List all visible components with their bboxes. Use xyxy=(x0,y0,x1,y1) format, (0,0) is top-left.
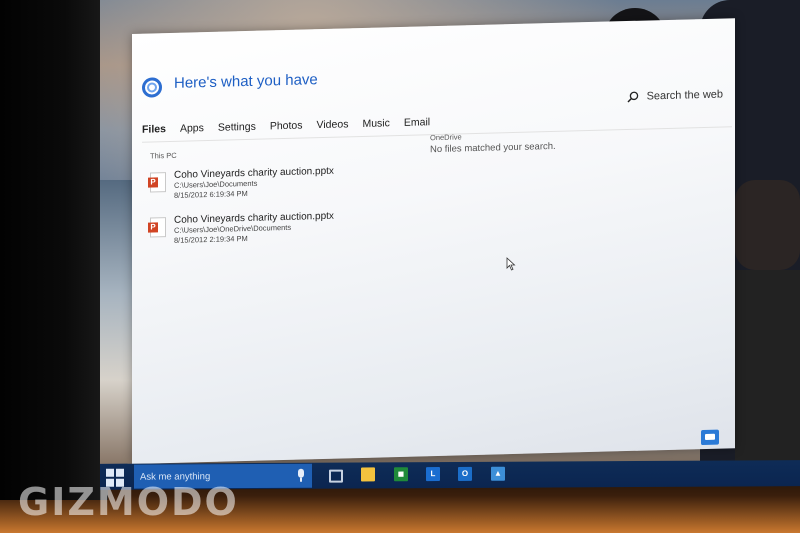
wallpaper-beach xyxy=(100,180,132,466)
this-pc-section: This PC Coho Vineyards charity auction.p… xyxy=(150,145,410,261)
lync-icon[interactable]: L xyxy=(426,467,440,482)
search-web-button[interactable]: Search the web xyxy=(627,89,723,104)
outlook-icon[interactable]: O xyxy=(458,466,472,481)
file-result[interactable]: Coho Vineyards charity auction.pptx C:\U… xyxy=(150,209,410,247)
file-explorer-icon[interactable] xyxy=(361,467,375,482)
wallpaper-person-legs xyxy=(735,270,800,466)
tab-music[interactable]: Music xyxy=(362,113,397,136)
tab-files[interactable]: Files xyxy=(142,119,174,142)
tab-videos[interactable]: Videos xyxy=(317,114,357,137)
wallpaper-person-arm xyxy=(735,180,800,270)
tab-photos[interactable]: Photos xyxy=(270,115,311,138)
tab-settings[interactable]: Settings xyxy=(218,117,264,140)
powerpoint-file-icon xyxy=(150,217,166,238)
cortana-search-panel: Here's what you have Search the web File… xyxy=(132,18,735,464)
cortana-icon xyxy=(142,77,162,98)
store-icon[interactable]: ◼ xyxy=(394,467,408,482)
monitor-bezel xyxy=(0,0,108,500)
photos-icon[interactable]: ▲ xyxy=(491,466,505,481)
powerpoint-file-icon xyxy=(150,172,166,193)
feedback-button[interactable] xyxy=(701,429,719,446)
panel-title: Here's what you have xyxy=(174,71,318,92)
windows-logo-icon xyxy=(116,468,124,477)
tab-email[interactable]: Email xyxy=(404,112,438,135)
mouse-cursor-icon xyxy=(506,257,516,271)
this-pc-label: This PC xyxy=(150,150,177,161)
search-web-label: Search the web xyxy=(646,88,723,103)
windows-logo-icon xyxy=(106,468,114,477)
file-result[interactable]: Coho Vineyards charity auction.pptx C:\U… xyxy=(150,164,410,202)
task-view-icon[interactable] xyxy=(329,469,343,483)
tab-apps[interactable]: Apps xyxy=(180,118,212,141)
microphone-icon[interactable] xyxy=(296,469,306,483)
gizmodo-watermark: GIZMODO xyxy=(18,480,239,524)
search-icon xyxy=(627,91,638,103)
